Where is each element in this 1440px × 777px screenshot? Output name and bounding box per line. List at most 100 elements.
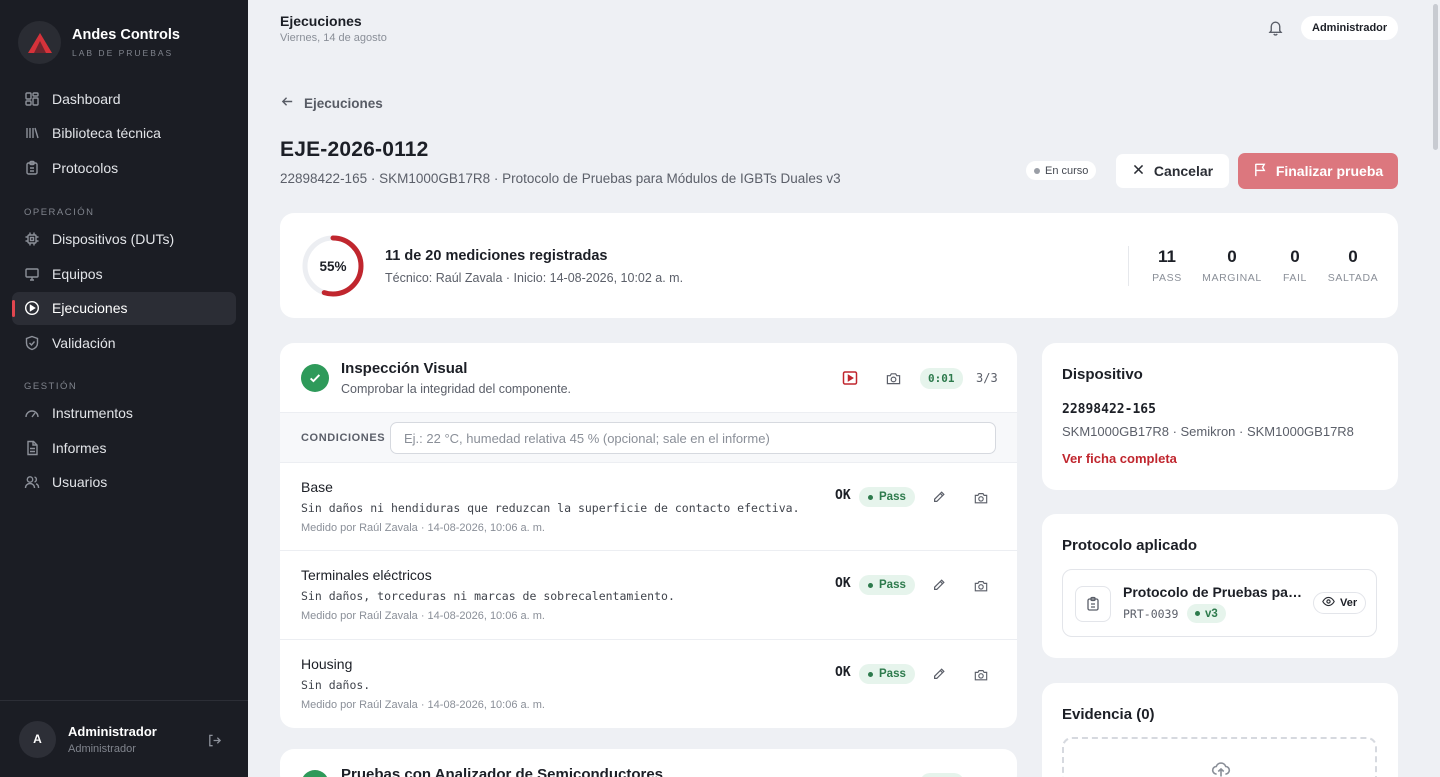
sidebar-item-label: Validación	[52, 334, 116, 351]
conditions-input[interactable]: Ej.: 22 °C, humedad relativa 45 % (opcio…	[390, 422, 996, 454]
user-menu-button[interactable]: Administrador	[1301, 16, 1399, 40]
status-label: En curso	[1045, 164, 1089, 177]
stat-value: 11	[1158, 247, 1176, 266]
video-icon[interactable]	[842, 370, 858, 391]
protocol-name: Protocolo de Pruebas para Módulos de IGB…	[1123, 584, 1305, 600]
sidebar-item-biblioteca[interactable]: Biblioteca técnica	[12, 117, 236, 150]
device-card: Dispositivo 22898422-165 SKM1000GB17R8 ·…	[1042, 343, 1398, 490]
nav-main: Dashboard Biblioteca técnica Protocolos …	[12, 82, 236, 500]
measurement-row: Terminales eléctricos Sin daños, torcedu…	[280, 551, 1017, 640]
stat-saltada: 0 SALTADA	[1326, 247, 1380, 284]
back-link[interactable]: Ejecuciones	[280, 94, 383, 112]
version-dot-icon	[1195, 611, 1200, 616]
measurement-name: Terminales eléctricos	[301, 567, 432, 583]
edit-icon[interactable]	[932, 578, 946, 597]
library-icon	[24, 125, 40, 141]
clipboard-icon	[24, 160, 40, 176]
sidebar-item-dashboard[interactable]: Dashboard	[12, 82, 236, 115]
sidebar-item-dispositivos[interactable]: Dispositivos (DUTs)	[12, 223, 236, 256]
sidebar-item-equipos[interactable]: Equipos	[12, 257, 236, 290]
sidebar-item-informes[interactable]: Informes	[12, 431, 236, 464]
finish-label: Finalizar prueba	[1275, 163, 1384, 179]
pass-badge: Pass	[859, 575, 915, 595]
sidebar: Andes Controls LAB DE PRUEBAS Dashboard …	[0, 0, 248, 777]
step-header[interactable]: Inspección Visual Comprobar la integrida…	[280, 343, 1017, 413]
protocol-item[interactable]: Protocolo de Pruebas para Módulos de IGB…	[1062, 569, 1377, 637]
file-icon	[24, 440, 40, 456]
brand-name: Andes Controls	[72, 27, 180, 43]
protocol-card: Protocolo aplicado Protocolo de Pruebas …	[1042, 514, 1398, 658]
sidebar-item-label: Biblioteca técnica	[52, 125, 161, 141]
measurement-by: Medido por Raúl Zavala · 14-08-2026, 10:…	[301, 522, 545, 534]
measurement-by: Medido por Raúl Zavala · 14-08-2026, 10:…	[301, 610, 545, 622]
play-circle-icon	[24, 300, 40, 316]
measurement-name: Base	[301, 479, 333, 495]
finish-test-button[interactable]: Finalizar prueba	[1238, 153, 1398, 189]
stat-fail: 0 FAIL	[1278, 247, 1312, 284]
avatar[interactable]: A	[19, 720, 56, 758]
sidebar-item-label: Protocolos	[52, 159, 119, 176]
brand-logo-icon	[18, 21, 61, 64]
check-icon	[301, 364, 329, 392]
page-title: EJE-2026-0112	[280, 138, 429, 161]
user-role: Administrador	[68, 742, 136, 755]
page-subtitle: 22898422-165 · SKM1000GB17R8 · Protocolo…	[280, 171, 841, 186]
users-icon	[24, 474, 40, 490]
camera-icon[interactable]	[974, 491, 988, 510]
monitor-icon	[24, 266, 40, 282]
conditions-row: CONDICIONES Ej.: 22 °C, humedad relativa…	[280, 413, 1017, 463]
sidebar-item-label: Informes	[52, 439, 107, 456]
measurement-value: OK	[835, 576, 851, 591]
camera-icon[interactable]	[974, 668, 988, 687]
sidebar-item-validacion[interactable]: Validación	[12, 326, 236, 359]
evidence-dropzone[interactable]	[1062, 737, 1377, 777]
sidebar-item-protocolos[interactable]: Protocolos	[12, 151, 236, 184]
pass-dot-icon	[868, 494, 873, 500]
view-protocol-button[interactable]: Ver	[1313, 592, 1367, 614]
device-id: 22898422-165	[1062, 402, 1156, 417]
progress-meta: Técnico: Raúl Zavala · Inicio: 14-08-202…	[385, 271, 684, 285]
brand[interactable]: Andes Controls LAB DE PRUEBAS	[18, 21, 180, 64]
stat-label: PASS	[1152, 272, 1182, 284]
flag-icon	[1253, 162, 1268, 180]
scrollbar-thumb[interactable]	[1433, 4, 1438, 150]
back-link-label: Ejecuciones	[304, 95, 383, 111]
step-card: Pruebas con Analizador de Semiconductore…	[280, 749, 1017, 777]
sidebar-item-ejecuciones[interactable]: Ejecuciones	[12, 291, 236, 325]
progress-title: 11 de 20 mediciones registradas	[385, 248, 608, 264]
pass-dot-icon	[868, 582, 873, 588]
step-title[interactable]: Pruebas con Analizador de Semiconductore…	[341, 766, 663, 777]
measurement-spec: Sin daños, torceduras ni marcas de sobre…	[301, 589, 675, 603]
pass-label: Pass	[879, 579, 906, 591]
pass-badge: Pass	[859, 664, 915, 684]
close-icon	[1132, 163, 1145, 179]
device-card-title: Dispositivo	[1062, 366, 1143, 383]
pass-label: Pass	[879, 668, 906, 680]
measurement-value: OK	[835, 665, 851, 680]
page-scrollbar[interactable]	[1431, 0, 1440, 777]
sidebar-item-usuarios[interactable]: Usuarios	[12, 466, 236, 499]
header-title: Ejecuciones	[280, 13, 362, 29]
edit-icon[interactable]	[932, 490, 946, 509]
pass-badge: Pass	[859, 487, 915, 507]
stat-value: 0	[1348, 247, 1358, 266]
sidebar-item-label: Dashboard	[52, 90, 121, 107]
camera-icon[interactable]	[886, 371, 901, 391]
device-details: SKM1000GB17R8 · Semikron · SKM1000GB17R8	[1062, 424, 1354, 439]
eye-icon	[1322, 595, 1335, 611]
cancel-label: Cancelar	[1153, 163, 1214, 179]
shield-check-icon	[24, 335, 40, 351]
sidebar-item-label: Dispositivos (DUTs)	[52, 231, 175, 247]
edit-icon[interactable]	[932, 667, 946, 686]
stat-value: 0	[1227, 247, 1237, 266]
protocol-card-title: Protocolo aplicado	[1062, 537, 1198, 554]
stats-divider	[1128, 246, 1129, 286]
view-label: Ver	[1340, 597, 1358, 609]
user-name: Administrador	[68, 723, 157, 739]
cancel-button[interactable]: Cancelar	[1116, 154, 1229, 188]
logout-icon[interactable]	[207, 733, 222, 753]
device-sheet-link[interactable]: Ver ficha completa	[1062, 451, 1177, 466]
bell-icon[interactable]	[1267, 19, 1284, 41]
camera-icon[interactable]	[974, 579, 988, 598]
sidebar-item-instrumentos[interactable]: Instrumentos	[12, 397, 236, 430]
